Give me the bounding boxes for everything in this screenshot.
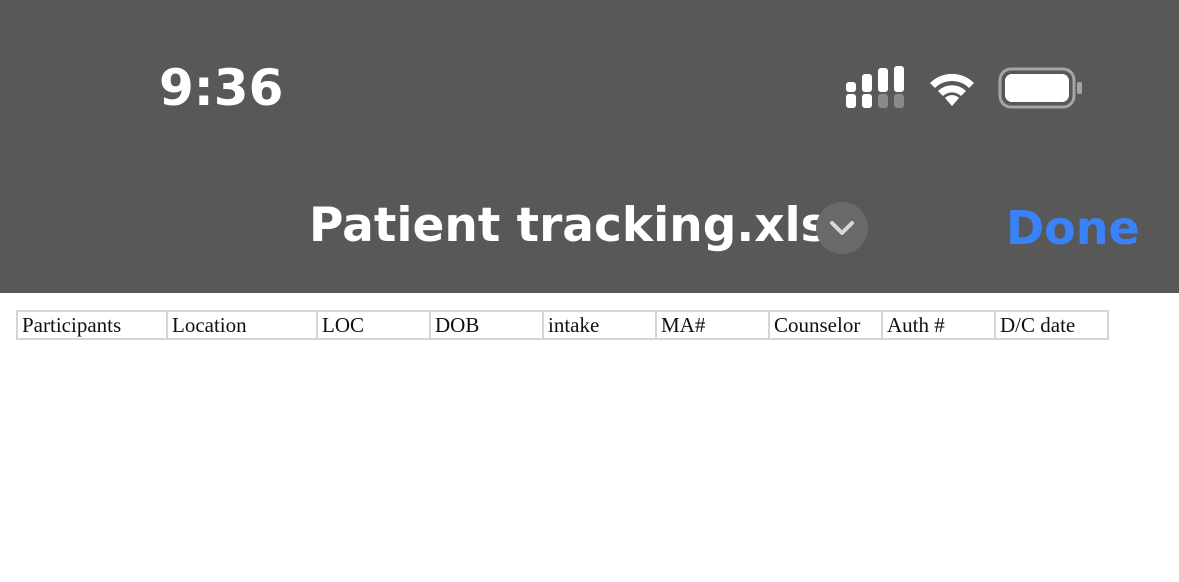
status-time: 9:36: [159, 59, 284, 117]
header-cell[interactable]: Counselor: [768, 310, 883, 340]
document-title[interactable]: Patient tracking.xlsx: [309, 196, 859, 256]
header-cell[interactable]: LOC: [316, 310, 431, 340]
top-bar: 9:36 Patient tracking.xlsx Done: [0, 0, 1179, 293]
cellular-signal-icon: [846, 66, 904, 108]
header-cell[interactable]: Participants: [16, 310, 168, 340]
wifi-icon: [930, 73, 974, 106]
header-cell[interactable]: Location: [166, 310, 318, 340]
chevron-down-icon: [830, 221, 854, 235]
done-button[interactable]: Done: [1006, 198, 1140, 258]
header-row: Participants Location LOC DOB intake MA#…: [16, 310, 1109, 340]
header-cell[interactable]: D/C date: [994, 310, 1109, 340]
title-menu-button[interactable]: [816, 202, 868, 254]
battery-icon: [998, 67, 1082, 109]
spreadsheet-table: Participants Location LOC DOB intake MA#…: [16, 310, 1109, 340]
header-cell[interactable]: Auth #: [881, 310, 996, 340]
header-cell[interactable]: DOB: [429, 310, 544, 340]
header-cell[interactable]: MA#: [655, 310, 770, 340]
header-cell[interactable]: intake: [542, 310, 657, 340]
